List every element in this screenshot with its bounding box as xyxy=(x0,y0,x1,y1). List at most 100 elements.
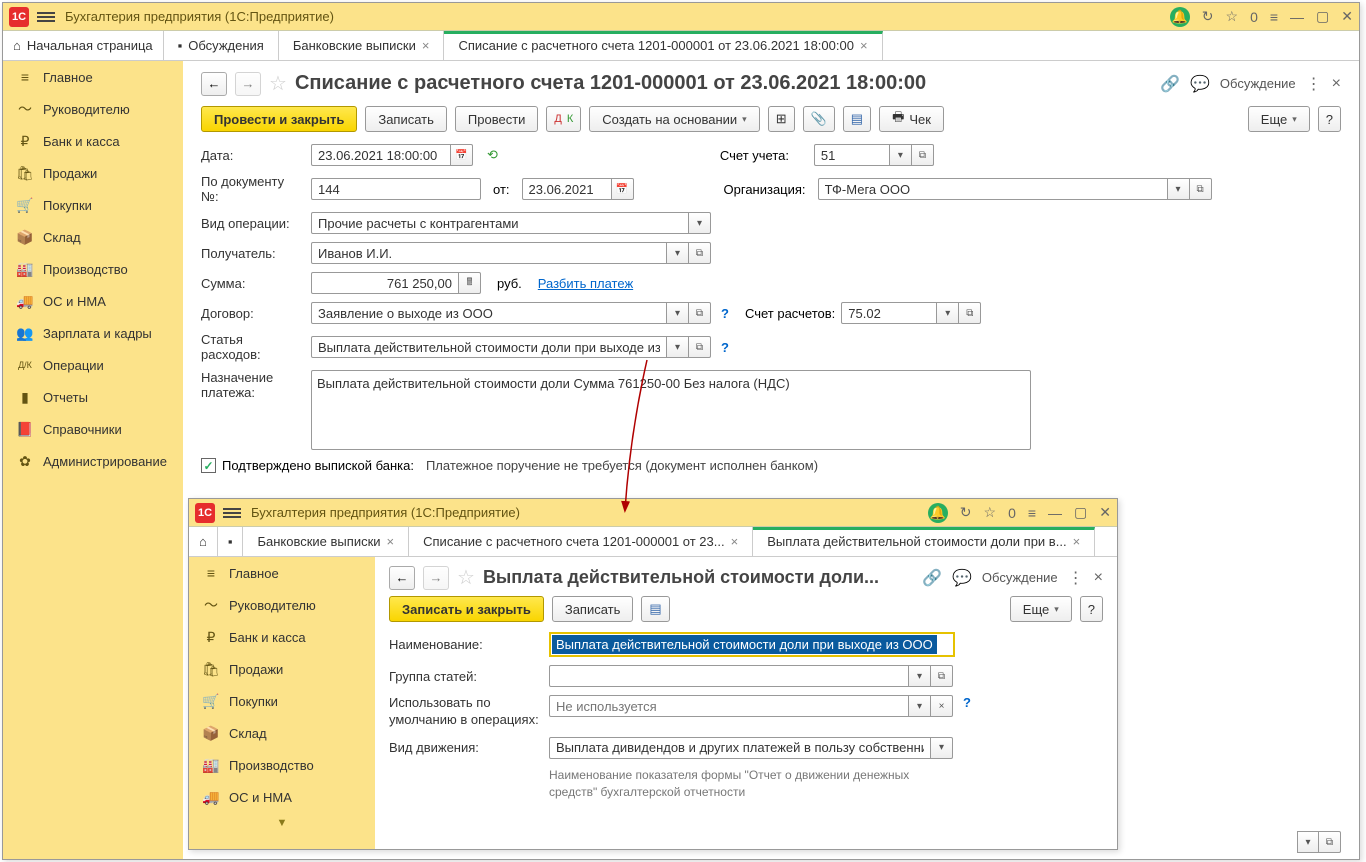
tab-document[interactable]: Списание с расчетного счета 1201-000001 … xyxy=(444,31,882,60)
filter-icon[interactable]: ≡ xyxy=(1028,505,1036,521)
close-icon[interactable]: × xyxy=(1332,75,1341,93)
more-button[interactable]: Еще▾ xyxy=(1248,106,1310,132)
sidebar-item-salary[interactable]: 👥Зарплата и кадры xyxy=(3,317,183,349)
open-icon[interactable]: ⧉ xyxy=(689,302,711,324)
calendar-icon[interactable]: 📅 xyxy=(451,144,473,166)
more-icon[interactable]: ⋮ xyxy=(1068,568,1084,588)
structure-button[interactable]: ⊞ xyxy=(768,106,795,132)
dropdown-icon[interactable]: ▾ xyxy=(909,695,931,717)
dropdown-icon[interactable]: ▾ xyxy=(667,336,689,358)
calendar-icon[interactable]: 📅 xyxy=(612,178,634,200)
dropdown-icon[interactable]: ▾ xyxy=(1297,831,1319,853)
star-icon[interactable]: ☆ xyxy=(984,504,997,521)
open-icon[interactable]: ⧉ xyxy=(912,144,934,166)
docno-input[interactable] xyxy=(311,178,481,200)
tab-discuss[interactable]: ▪ xyxy=(218,527,244,556)
sidebar-item-bank[interactable]: ₽Банк и касса xyxy=(189,621,375,653)
sidebar-item-manager[interactable]: 〜Руководителю xyxy=(189,589,375,621)
settleacct-input[interactable] xyxy=(841,302,937,324)
sidebar-item-sales[interactable]: 🛍Продажи xyxy=(189,653,375,685)
close-icon[interactable]: × xyxy=(731,534,739,549)
open-icon[interactable]: ⧉ xyxy=(689,242,711,264)
sidebar-item-warehouse[interactable]: 📦Склад xyxy=(189,717,375,749)
discussion-label[interactable]: Обсуждение xyxy=(1220,76,1296,91)
link-icon[interactable]: 🔗 xyxy=(1160,74,1180,94)
save-button[interactable]: Записать xyxy=(365,106,447,132)
tab-home[interactable]: ⌂ Начальная страница xyxy=(3,31,164,60)
close-icon[interactable]: × xyxy=(422,38,430,53)
sidebar-item-production[interactable]: 🏭Производство xyxy=(3,253,183,285)
sidebar-item-catalogs[interactable]: 📕Справочники xyxy=(3,413,183,445)
scroll-down-icon[interactable]: ▼ xyxy=(189,813,375,833)
confirmed-checkbox[interactable]: ✓ xyxy=(201,458,216,473)
favorite-icon[interactable]: ☆ xyxy=(269,71,287,96)
sidebar-item-main[interactable]: ≡Главное xyxy=(189,557,375,589)
execute-button[interactable]: Провести xyxy=(455,106,539,132)
dtkt-button[interactable]: ДК xyxy=(546,106,581,132)
sidebar-item-production[interactable]: 🏭Производство xyxy=(189,749,375,781)
open-icon[interactable]: ⧉ xyxy=(959,302,981,324)
bell-icon[interactable]: 🔔 xyxy=(1170,7,1190,27)
dropdown-icon[interactable]: ▾ xyxy=(931,737,953,759)
open-icon[interactable]: ⧉ xyxy=(1190,178,1212,200)
star-icon[interactable]: ☆ xyxy=(1226,8,1239,25)
dropdown-icon[interactable]: ▾ xyxy=(667,302,689,324)
sidebar-item-main[interactable]: ≡Главное xyxy=(3,61,183,93)
save-button[interactable]: Записать xyxy=(552,596,634,622)
minimize-icon[interactable]: — xyxy=(1290,9,1304,25)
refresh-icon[interactable]: ⟲ xyxy=(487,147,498,163)
sidebar-item-warehouse[interactable]: 📦Склад xyxy=(3,221,183,253)
chat-icon[interactable]: 💬 xyxy=(1190,74,1210,94)
link-icon[interactable]: 🔗 xyxy=(922,568,942,588)
chat-icon[interactable]: 💬 xyxy=(952,568,972,588)
tab-bank[interactable]: Банковские выписки × xyxy=(279,31,445,60)
more-icon[interactable]: ⋮ xyxy=(1306,74,1322,94)
discussion-label[interactable]: Обсуждение xyxy=(982,570,1058,585)
sidebar-item-operations[interactable]: Д/КОперации xyxy=(3,349,183,381)
optype-input[interactable] xyxy=(311,212,689,234)
history-icon[interactable]: ↻ xyxy=(960,504,972,521)
tab-discussions[interactable]: ▪ Обсуждения xyxy=(164,31,279,60)
check-button[interactable]: 🖶 Чек xyxy=(879,106,944,132)
help-icon[interactable]: ? xyxy=(959,695,975,710)
menu-icon[interactable] xyxy=(37,10,55,24)
dropdown-icon[interactable]: ▾ xyxy=(689,212,711,234)
dropdown-icon[interactable]: ▾ xyxy=(937,302,959,324)
forward-button[interactable]: → xyxy=(235,72,261,96)
favorite-icon[interactable]: ☆ xyxy=(457,565,475,590)
tab-bank[interactable]: Банковские выписки× xyxy=(243,527,409,556)
recipient-input[interactable] xyxy=(311,242,667,264)
help-button[interactable]: ? xyxy=(1318,106,1341,132)
help-icon[interactable]: ? xyxy=(717,340,733,355)
group-input[interactable] xyxy=(549,665,909,687)
open-icon[interactable]: ⧉ xyxy=(931,665,953,687)
sidebar-item-purchases[interactable]: 🛒Покупки xyxy=(189,685,375,717)
back-button[interactable]: ← xyxy=(389,566,415,590)
tab-home[interactable]: ⌂ xyxy=(189,527,218,556)
bell-icon[interactable]: 🔔 xyxy=(928,503,948,523)
sidebar-item-purchases[interactable]: 🛒Покупки xyxy=(3,189,183,221)
dropdown-icon[interactable]: ▾ xyxy=(890,144,912,166)
save-close-button[interactable]: Записать и закрыть xyxy=(389,596,544,622)
filter-icon[interactable]: ≡ xyxy=(1270,9,1278,25)
sidebar-item-bank[interactable]: ₽Банк и касса xyxy=(3,125,183,157)
sidebar-item-assets[interactable]: 🚚ОС и НМА xyxy=(189,781,375,813)
sidebar-item-assets[interactable]: 🚚ОС и НМА xyxy=(3,285,183,317)
expense-input[interactable] xyxy=(311,336,667,358)
split-payment-link[interactable]: Разбить платеж xyxy=(538,276,633,291)
create-based-button[interactable]: Создать на основании▾ xyxy=(589,106,759,132)
close-icon[interactable]: ✕ xyxy=(1341,8,1353,25)
maximize-icon[interactable]: ▢ xyxy=(1074,504,1087,521)
docdate-input[interactable] xyxy=(522,178,612,200)
help-icon[interactable]: ? xyxy=(717,306,733,321)
calc-icon[interactable]: 🖩 xyxy=(459,272,481,294)
list-button[interactable]: ▤ xyxy=(843,106,871,132)
close-icon[interactable]: ✕ xyxy=(1099,504,1111,521)
tab-document[interactable]: Списание с расчетного счета 1201-000001 … xyxy=(409,527,753,556)
minimize-icon[interactable]: — xyxy=(1048,505,1062,521)
maximize-icon[interactable]: ▢ xyxy=(1316,8,1329,25)
account-input[interactable] xyxy=(814,144,890,166)
open-icon[interactable]: ⧉ xyxy=(1319,831,1341,853)
open-icon[interactable]: ⧉ xyxy=(689,336,711,358)
sidebar-item-reports[interactable]: ▮Отчеты xyxy=(3,381,183,413)
